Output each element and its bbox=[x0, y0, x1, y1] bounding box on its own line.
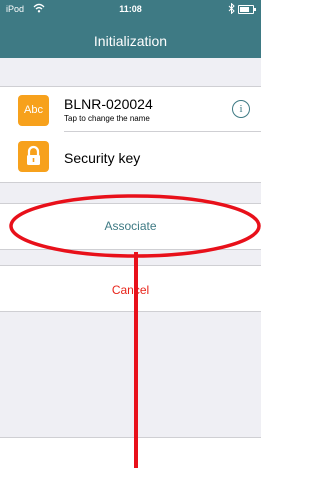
highlight-ellipse bbox=[9, 194, 261, 258]
annotation-overlay bbox=[9, 194, 261, 468]
